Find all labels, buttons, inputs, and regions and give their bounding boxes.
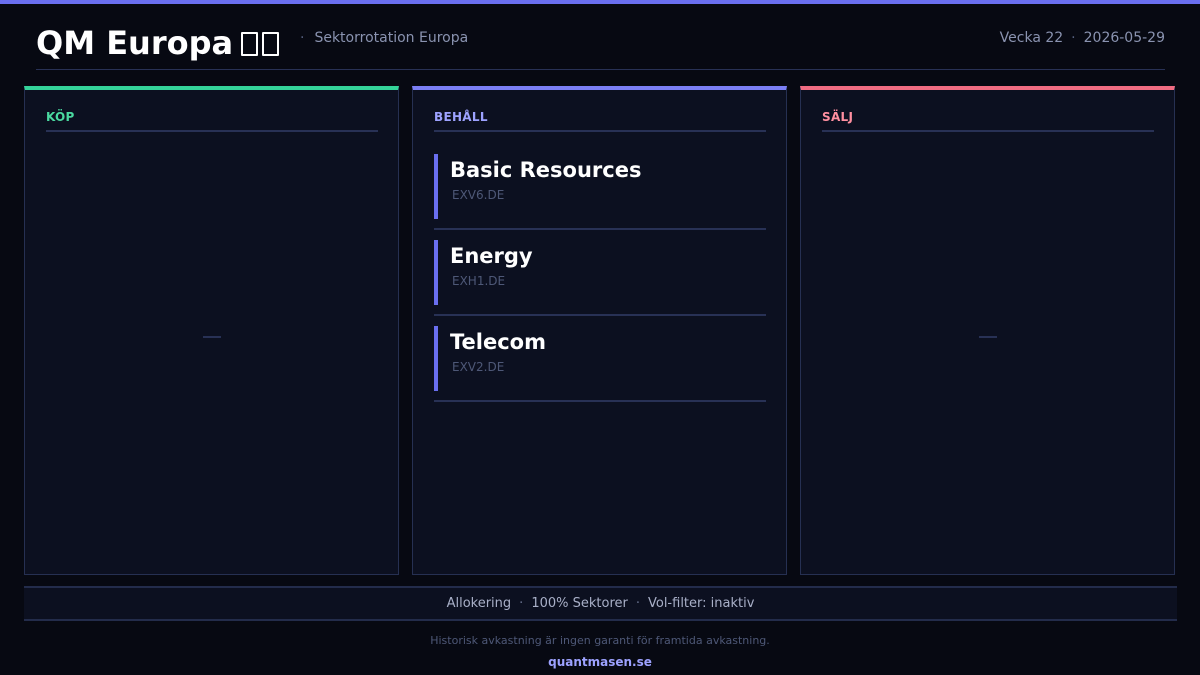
sector-name: Telecom (450, 330, 546, 354)
hold-item-telecom[interactable]: Telecom EXV2.DE (434, 326, 766, 402)
top-accent-bar (0, 0, 1200, 4)
sector-ticker: EXH1.DE (452, 274, 506, 288)
sell-column: SÄLJ (800, 86, 1175, 575)
hold-item-energy[interactable]: Energy EXH1.DE (434, 240, 766, 316)
item-accent-bar (434, 326, 438, 391)
sectors-label: 100% Sektorer (531, 596, 628, 611)
hold-column-heading: BEHÅLL (434, 109, 766, 132)
subtitle-separator: · (300, 30, 305, 46)
buy-column-heading: KÖP (46, 109, 378, 132)
week-date: Vecka 22 · 2026-05-29 (1000, 29, 1165, 47)
page-title: QM Europa (36, 22, 281, 64)
allocation-label: Allokering (446, 596, 512, 611)
buy-column: KÖP (24, 86, 399, 575)
sector-name: Basic Resources (450, 158, 642, 182)
vol-filter-label: Vol-filter: inaktiv (647, 596, 755, 611)
hold-column: BEHÅLL Basic Resources EXV6.DE Energy EX… (412, 86, 787, 575)
page-subtitle: · Sektorrotation Europa (300, 29, 468, 47)
page-header: QM Europa · Sektorrotation Europa Vecka 2… (36, 22, 1165, 70)
sell-column-heading: SÄLJ (822, 109, 1154, 132)
allocation-separator: · (519, 596, 524, 611)
sell-empty-indicator (979, 336, 997, 338)
sector-name: Energy (450, 244, 533, 268)
allocation-bar: Allokering · 100% Sektorer · Vol-filter: ina… (24, 586, 1177, 621)
page-title-text: QM Europa (36, 24, 234, 62)
item-accent-bar (434, 240, 438, 305)
brand-link[interactable]: quantmasen.se (0, 654, 1200, 670)
flag-icon (241, 30, 281, 56)
item-accent-bar (434, 154, 438, 219)
subtitle-text: Sektorrotation Europa (314, 30, 469, 46)
vol-separator: · (635, 596, 640, 611)
date-separator: · (1071, 30, 1076, 46)
hold-item-basic-resources[interactable]: Basic Resources EXV6.DE (434, 154, 766, 230)
disclaimer-text: Historisk avkastning är ingen garanti fö… (430, 634, 770, 647)
buy-empty-indicator (203, 336, 221, 338)
date-label: 2026-05-29 (1083, 30, 1165, 46)
sector-ticker: EXV6.DE (452, 188, 505, 202)
sector-ticker: EXV2.DE (452, 360, 505, 374)
week-label: Vecka 22 (999, 30, 1064, 46)
